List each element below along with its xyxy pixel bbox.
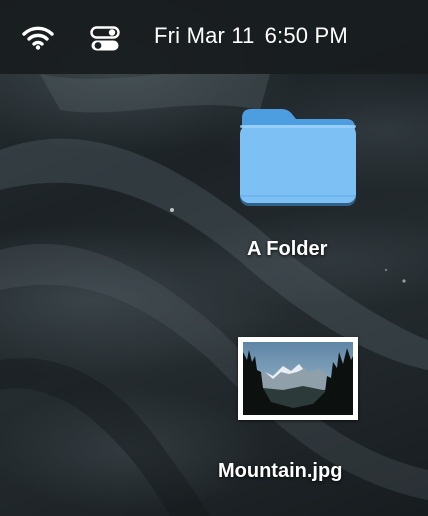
control-center-icon[interactable] [90, 26, 120, 52]
clock-time: 6:50 PM [264, 23, 348, 48]
wifi-icon[interactable] [22, 26, 54, 50]
clock-date: Fri Mar 11 [154, 23, 255, 48]
image-thumbnail[interactable] [238, 337, 358, 420]
image-file-label[interactable]: Mountain.jpg [218, 460, 342, 483]
desktop-wallpaper [0, 0, 428, 516]
folder-icon[interactable] [238, 104, 358, 208]
menu-bar: Fri Mar 11 6:50 PM [0, 0, 428, 74]
menu-bar-clock[interactable]: Fri Mar 11 6:50 PM [154, 23, 348, 49]
folder-label[interactable]: A Folder [247, 238, 327, 261]
